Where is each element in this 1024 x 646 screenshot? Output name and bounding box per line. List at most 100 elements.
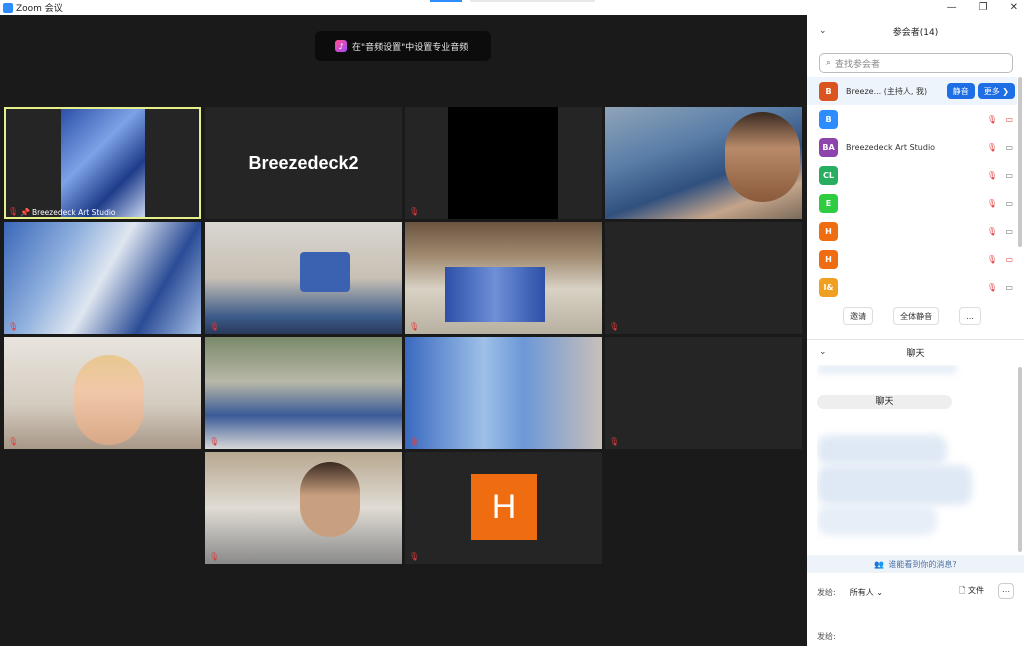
video-camera-icon[interactable]: ▭ <box>1005 227 1013 236</box>
recipient-select[interactable]: 所有人 ⌄ <box>850 587 883 598</box>
video-tile[interactable]: 🎙 <box>205 337 402 449</box>
participant-row[interactable]: B Breeze... (主持人, 我) 静音 更多 ❯ <box>807 77 1017 105</box>
video-off-icon[interactable]: ▭ <box>1005 115 1013 124</box>
muted-mic-icon: 🎙 <box>609 322 620 331</box>
video-feed <box>61 109 145 217</box>
chat-messages: 聊天 <box>817 365 1017 553</box>
participant-row[interactable]: E 🎙 ▭ <box>807 189 1017 217</box>
avatar: I& <box>819 277 838 297</box>
side-panel: ⌄ 参会者(14) ⌕ 查找参会者 B Breeze... (主持人, 我) 静… <box>807 15 1024 646</box>
muted-mic-icon: 🎙 <box>409 552 420 561</box>
music-note-icon: ♪ <box>335 40 347 52</box>
video-tile[interactable]: 🎙 <box>205 452 402 564</box>
participants-scrollbar[interactable] <box>1018 77 1022 247</box>
muted-mic-icon[interactable]: 🎙 <box>987 115 997 124</box>
muted-mic-icon: 🎙 <box>8 322 19 331</box>
muted-mic-icon: 🎙 <box>409 437 420 446</box>
participant-search-input[interactable]: ⌕ 查找参会者 <box>819 53 1013 73</box>
video-tile[interactable]: 🎙 <box>405 222 602 334</box>
participant-name: Breezedeck Art Studio <box>32 208 116 217</box>
video-feed <box>205 337 402 449</box>
chat-title: 聊天 <box>906 348 925 359</box>
video-tile[interactable]: 🎙 <box>205 222 402 334</box>
blurred-message <box>817 435 947 465</box>
video-tile[interactable]: 🎙 <box>605 337 802 449</box>
notice-text: 在"音频设置"中设置专业音频 <box>352 42 469 53</box>
chevron-down-icon[interactable]: ⌄ <box>819 26 827 36</box>
video-feed <box>4 222 201 334</box>
avatar: H <box>819 221 838 241</box>
video-tile[interactable]: H 🎙 <box>405 452 602 564</box>
title-bar: Zoom 会议 — ❐ ✕ <box>0 0 1024 15</box>
restore-button[interactable]: ❐ <box>979 0 988 15</box>
video-tile[interactable]: Breezedeck2 <box>205 107 402 219</box>
tab-indicator <box>430 0 462 2</box>
participant-row[interactable]: CL 🎙 ▭ <box>807 161 1017 189</box>
avatar: E <box>819 193 838 213</box>
to-label: 发给: <box>817 587 836 597</box>
muted-mic-icon[interactable]: 🎙 <box>987 171 997 180</box>
file-button[interactable]: 🗋 文件 <box>959 585 984 599</box>
more-button[interactable]: 更多 ❯ <box>977 83 1015 99</box>
close-button[interactable]: ✕ <box>1010 0 1018 15</box>
person-face <box>74 355 144 445</box>
participants-header: ⌄ 参会者(14) <box>807 15 1024 47</box>
minimize-button[interactable]: — <box>947 0 957 15</box>
mute-all-button[interactable]: 全体静音 <box>893 307 940 325</box>
person-face <box>300 462 360 537</box>
video-off-icon[interactable]: ▭ <box>1005 255 1013 264</box>
chat-more-button[interactable]: ⋯ <box>998 583 1014 599</box>
tie-dye-cloth <box>445 267 545 322</box>
window-title: Zoom 会议 <box>16 4 63 14</box>
people-icon: 👥 <box>874 559 885 569</box>
muted-mic-icon[interactable]: 🎙 <box>987 227 997 236</box>
chat-recipient-row: 发给: 所有人 ⌄ 🗋 文件 ⋯ <box>817 583 1024 601</box>
overflow-button[interactable]: ... <box>959 307 981 325</box>
chevron-down-icon[interactable]: ⌄ <box>819 347 827 357</box>
video-tile[interactable]: 🎙 <box>405 107 602 219</box>
divider <box>807 339 1024 340</box>
participant-row[interactable]: H 🎙 ▭ <box>807 217 1017 245</box>
participant-list: B Breeze... (主持人, 我) 静音 更多 ❯ B 🎙 ▭ BA Br… <box>807 77 1017 301</box>
participant-row[interactable]: BA Breezedeck Art Studio 🎙 ▭ <box>807 133 1017 161</box>
muted-mic-icon: 🎙 <box>609 437 620 446</box>
chat-scrollbar[interactable] <box>1018 367 1022 552</box>
avatar: B <box>819 109 838 129</box>
file-label: 文件 <box>967 586 984 595</box>
pin-icon: 📌 <box>20 208 30 217</box>
participant-row[interactable]: I& 🎙 ▭ <box>807 273 1017 301</box>
avatar: H <box>819 249 838 269</box>
invite-button[interactable]: 邀请 <box>843 307 874 325</box>
who-can-see-text: 谁能看到你的消息? <box>888 559 957 569</box>
video-tile[interactable]: 🎙 <box>4 222 201 334</box>
video-tile[interactable]: 🎙 <box>4 337 201 449</box>
person-face <box>725 112 800 202</box>
participant-name: Breeze... (主持人, 我) <box>846 86 928 96</box>
video-feed <box>448 107 558 219</box>
zoom-logo-icon <box>3 2 13 13</box>
tab-strip <box>470 0 595 2</box>
participant-name-large: Breezedeck2 <box>248 153 359 173</box>
video-camera-icon[interactable]: ▭ <box>1005 283 1013 292</box>
video-camera-icon[interactable]: ▭ <box>1005 143 1013 152</box>
video-gallery: ♪ 在"音频设置"中设置专业音频 🎙 📌 Breezedeck Art Stud… <box>0 15 807 646</box>
video-tile[interactable]: 🎙 <box>605 222 802 334</box>
muted-mic-icon[interactable]: 🎙 <box>987 283 997 292</box>
video-tile[interactable]: 🎙 <box>405 337 602 449</box>
video-tile[interactable] <box>605 107 802 219</box>
participant-row[interactable]: B 🎙 ▭ <box>807 105 1017 133</box>
video-camera-icon[interactable]: ▭ <box>1005 171 1013 180</box>
muted-mic-icon[interactable]: 🎙 <box>987 255 997 264</box>
chat-message: 聊天 <box>817 395 952 409</box>
muted-mic-icon[interactable]: 🎙 <box>987 199 997 208</box>
who-can-see-link[interactable]: 👥 谁能看到你的消息? <box>807 555 1024 573</box>
video-tile[interactable]: 🎙 📌 Breezedeck Art Studio <box>4 107 201 219</box>
mute-button[interactable]: 静音 <box>946 83 975 99</box>
muted-mic-icon: 🎙 <box>409 207 420 216</box>
muted-mic-icon: 🎙 <box>209 437 220 446</box>
muted-mic-icon[interactable]: 🎙 <box>987 143 997 152</box>
video-camera-icon[interactable]: ▭ <box>1005 199 1013 208</box>
audio-settings-notice[interactable]: ♪ 在"音频设置"中设置专业音频 <box>315 31 491 61</box>
participant-name: Breezedeck Art Studio <box>846 142 936 152</box>
participant-row[interactable]: H 🎙 ▭ <box>807 245 1017 273</box>
